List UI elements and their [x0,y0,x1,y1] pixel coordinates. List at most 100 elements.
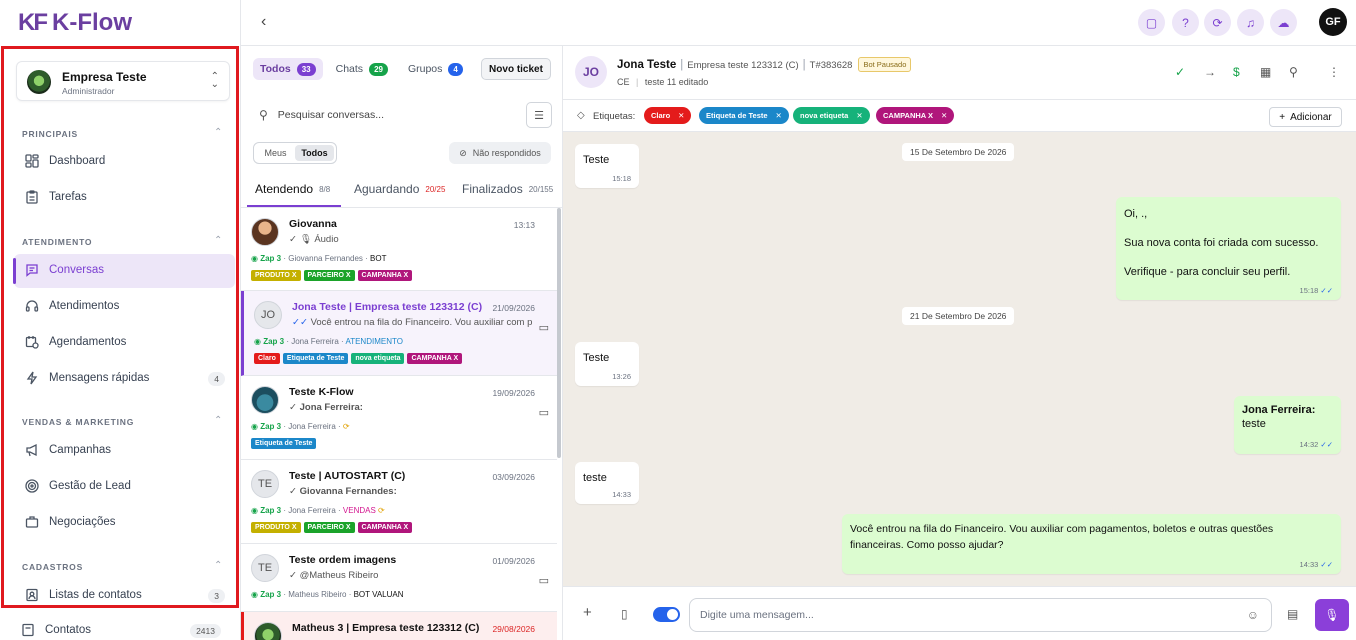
sidebar-item-label: Negociações [49,516,116,528]
tag: CAMPANHA X [357,270,413,281]
sidebar-item-agendamentos[interactable]: Agendamentos [14,326,235,360]
close-icon: ✕ [941,111,948,120]
sidebar-item-listas-de-contatos[interactable]: Listas de contatos 3 [14,579,235,613]
user-avatar[interactable]: GF [1319,8,1347,36]
tab-todos[interactable]: Todos 33 [253,58,323,80]
sidebar-item-dashboard[interactable]: Dashboard [14,145,235,179]
labels-title: Etiquetas: [593,111,636,122]
tag: Etiqueta de Teste [282,353,349,364]
message-input[interactable]: Digite uma mensagem... ☺ [689,598,1272,632]
tab-grupos[interactable]: Grupos 4 [401,58,470,80]
message-outgoing[interactable]: Oi, ., Sua nova conta foi criada com suc… [1116,197,1341,300]
label-chip[interactable]: CAMPANHA X ✕ [876,107,955,124]
message-incoming[interactable]: teste 14:33 [575,462,639,504]
chevron-up-icon[interactable]: ⌃ [214,127,222,138]
tab-chats[interactable]: Chats 29 [329,58,395,80]
sidebar-item-mensagens-rapidas[interactable]: Mensagens rápidas 4 [14,362,235,396]
sidebar-item-conversas[interactable]: Conversas [13,254,235,288]
tab-finalizados[interactable]: Finalizados 20/155 [462,182,553,196]
contact-avatar: TE [251,554,279,582]
mic-button[interactable]: 🎙 [1315,599,1349,631]
chat-header: JO Jona Teste | Empresa teste 123312 (C) | T… [563,46,1356,100]
conversation-date: 01/09/2026 [492,556,535,566]
search-input[interactable]: ⚲ Pesquisar conversas... [253,102,519,128]
conversation-name: Matheus 3 | Empresa teste 123312 (C) [292,622,480,634]
chevron-left-icon[interactable]: ‹ [261,13,266,31]
company-name: Empresa Teste [62,70,147,84]
chevron-up-icon[interactable]: ⌃ [214,415,222,426]
conversation-name: Teste K-Flow [289,386,354,398]
no-reply-label: Não respondidos [472,148,541,158]
message-incoming[interactable]: Teste 15:18 [575,144,639,188]
close-icon: ✕ [775,111,782,120]
refresh-icon[interactable]: ⟳ [1204,9,1231,36]
sidebar-item-gestao-de-lead[interactable]: Gestão de Lead [14,470,235,504]
bell-icon[interactable]: ♫ [1237,9,1264,36]
message-outgoing[interactable]: Jona Ferreira: teste 14:32 ✓✓ [1234,396,1341,454]
file-icon[interactable]: ▯ [621,607,628,621]
cloud-download-icon[interactable]: ☁ [1270,9,1297,36]
new-ticket-button[interactable]: Novo ticket [481,58,551,80]
document-icon[interactable]: ▤ [1287,607,1298,621]
sidebar-item-tarefas[interactable]: Tarefas [14,181,235,215]
check-circle-icon[interactable]: ✓ [1175,65,1185,79]
plus-icon[interactable]: + [583,604,592,621]
date-divider: 21 De Setembro De 2026 [902,307,1015,325]
clipboard-icon [24,190,40,206]
scrollbar[interactable] [557,208,561,458]
date-divider: 15 De Setembro De 2026 [902,143,1015,161]
message-icon[interactable]: ▭ [539,574,549,587]
company-selector[interactable]: Empresa Teste Administrador ⌃ ⌄ [16,61,230,101]
sidebar-item-label: Dashboard [49,155,106,167]
sidebar-item-label: Conversas [49,264,104,276]
emoji-icon[interactable]: ☺ [1247,608,1259,622]
conversation-item[interactable]: TE Teste ordem imagens 01/09/2026 ▭ ✓ @M… [241,544,557,612]
message-icon[interactable]: ▭ [539,406,549,419]
signature-toggle[interactable] [653,607,680,622]
filter-icon[interactable]: ☰ [526,102,552,128]
conversation-date: 29/08/2026 [492,624,535,634]
help-icon[interactable]: ? [1172,9,1199,36]
chat-subtitle: CE | teste 11 editado [617,77,709,87]
conversation-item[interactable]: Giovanna 13:13 ✓ 🎙 Áudio ◉ Zap 3 · Giova… [241,208,557,291]
message-outgoing[interactable]: Você entrou na fila do Financeiro. Vou a… [842,514,1341,574]
sidebar-item-label: Contatos [45,624,92,636]
sidebar-item-negociacoes[interactable]: Negociações [14,506,235,540]
chevron-up-icon[interactable]: ⌃ [214,560,222,571]
message-incoming[interactable]: Teste 13:26 [575,342,639,386]
chat-avatar[interactable]: JO [575,56,607,88]
tab-aguardando[interactable]: Aguardando 20/25 [354,182,445,196]
conversation-name: Giovanna [289,218,337,230]
conversation-item[interactable]: TE Teste | AUTOSTART (C) 03/09/2026 ✓ Gi… [241,460,557,544]
conversation-item[interactable]: Matheus 3 | Empresa teste 123312 (C) 29/… [241,612,557,640]
conversation-item[interactable]: Teste K-Flow 19/09/2026 ▭ ✓ Jona Ferreir… [241,376,557,460]
tag: nova etiqueta [351,353,405,364]
tab-label: Aguardando [354,182,420,196]
add-label-button[interactable]: + Adicionar [1269,107,1342,127]
label-chip[interactable]: Claro ✕ [644,107,692,124]
tab-atendendo[interactable]: Atendendo 8/8 [255,182,330,196]
chevron-updown-icon: ⌃ ⌄ [210,71,219,90]
conversation-tags: Claro Etiqueta de Teste nova etiqueta CA… [254,353,463,364]
chevron-up-icon[interactable]: ⌃ [214,235,222,246]
seg-meus[interactable]: Meus [256,145,295,161]
more-vertical-icon[interactable]: ⋮ [1328,65,1340,79]
dollar-icon[interactable]: $ [1233,65,1240,79]
arrow-right-icon[interactable]: → [1204,65,1216,79]
search-icon[interactable]: ⚲ [1289,65,1298,79]
logo-text: K-Flow [52,9,132,36]
message-icon[interactable]: ▭ [539,321,549,334]
conversation-date: 13:13 [513,220,535,230]
label-chip[interactable]: Etiqueta de Teste ✕ [699,107,789,124]
no-reply-filter[interactable]: ⊘ Não respondidos [449,142,551,164]
seg-todos[interactable]: Todos [295,145,334,161]
sidebar-item-campanhas[interactable]: Campanhas [14,434,235,468]
chats-icon[interactable]: ▢ [1138,9,1165,36]
logo[interactable]: KF K-Flow [18,8,132,38]
conversation-item[interactable]: JO Jona Teste | Empresa teste 123312 (C)… [241,291,557,376]
calendar-icon[interactable]: ▦ [1260,65,1271,79]
sidebar-item-contatos[interactable]: Contatos 2413 [10,614,231,640]
label-chip[interactable]: nova etiqueta ✕ [793,107,870,124]
sidebar-item-atendimentos[interactable]: Atendimentos [14,290,235,324]
ticket-number: T#383628 [809,60,853,71]
